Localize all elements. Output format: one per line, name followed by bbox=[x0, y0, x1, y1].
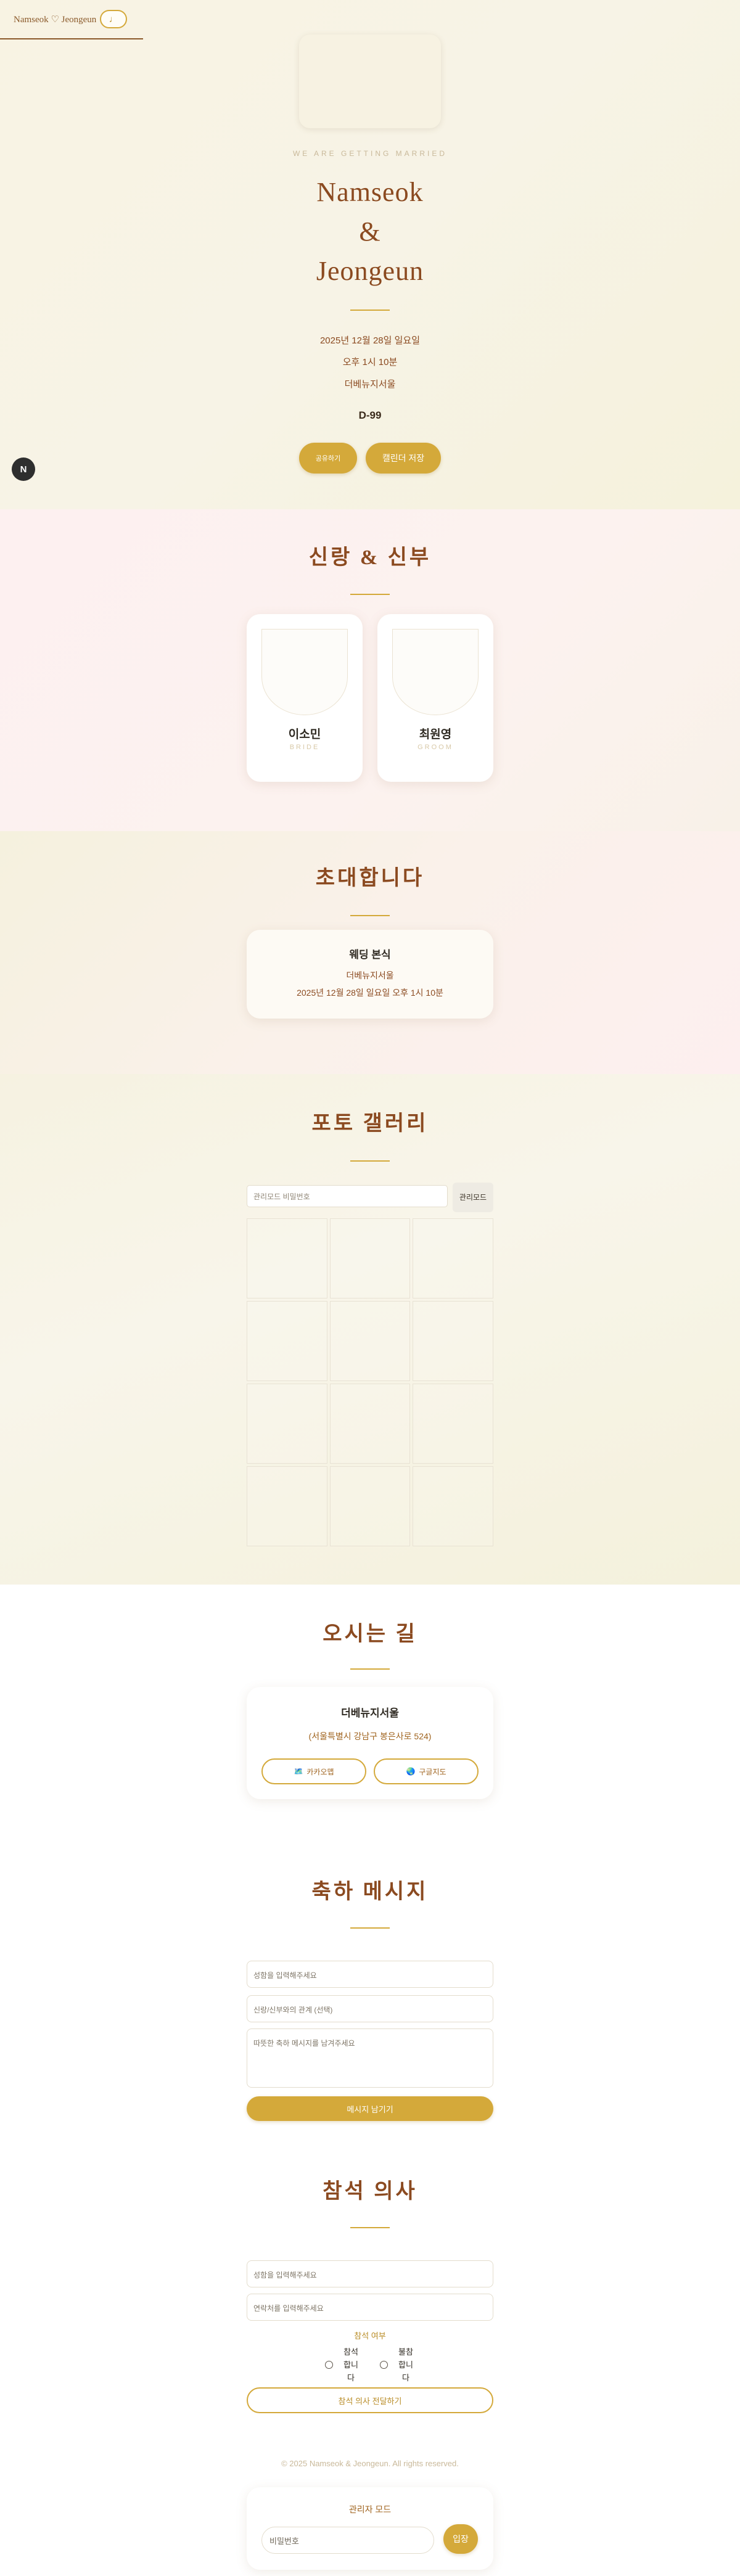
section-title: 축하 메시지 bbox=[311, 1881, 429, 1903]
calendar-save-button[interactable]: 캘린더 저장 bbox=[366, 443, 441, 474]
admin-login-button[interactable]: 입장 bbox=[443, 2524, 478, 2554]
relation-input[interactable]: 신랑/신부와의 관계 (선택) bbox=[247, 1995, 493, 2022]
section-title: 참석 의사 bbox=[323, 2180, 417, 2203]
section-title: 포토 갤러리 bbox=[311, 1112, 429, 1135]
invitation-section: 초대합니다 웨딩 본식 더베뉴지서울 2025년 12월 28일 일요일 오후 … bbox=[0, 831, 740, 1074]
ceremony-venue: 더베뉴지서울 bbox=[346, 970, 394, 980]
guest-name-input[interactable]: 성함을 입력해주세요 bbox=[247, 1961, 493, 1988]
divider bbox=[350, 1927, 390, 1929]
hero-photo bbox=[299, 35, 441, 128]
couple-names: Namseok & Jeongeun bbox=[0, 173, 740, 291]
music-toggle-button[interactable]: ♩ bbox=[100, 10, 128, 28]
attend-radio[interactable] bbox=[325, 2361, 333, 2369]
submit-rsvp-button[interactable]: 참석 의사 전달하기 bbox=[247, 2387, 493, 2413]
groom-name-heading: Namseok bbox=[316, 177, 424, 207]
bride-photo bbox=[261, 629, 348, 715]
floating-n-button[interactable]: N bbox=[12, 457, 35, 481]
location-name: 더베뉴지서울 bbox=[341, 1707, 399, 1719]
hero-subtitle: WE ARE GETTING MARRIED bbox=[292, 149, 447, 158]
globe-icon: 🌏 bbox=[406, 1767, 416, 1776]
section-title: 신랑 & 신부 bbox=[308, 546, 432, 569]
divider bbox=[350, 310, 390, 311]
section-title: 오시는 길 bbox=[323, 1623, 417, 1646]
gallery-photo-slot[interactable] bbox=[329, 1301, 411, 1381]
attendance-options: 참석합니다 불참합니다 bbox=[0, 2345, 740, 2384]
google-map-label: 구글지도 bbox=[419, 1767, 446, 1776]
share-button[interactable]: 공유하기 bbox=[299, 443, 357, 474]
divider bbox=[350, 594, 390, 595]
footer-section: © 2025 Namseok & Jeongeun. All rights re… bbox=[0, 2454, 740, 2576]
decline-option[interactable]: 불참합니다 bbox=[380, 2345, 415, 2384]
ceremony-title: 웨딩 본식 bbox=[349, 949, 391, 961]
ceremony-datetime: 2025년 12월 28일 일요일 오후 1시 10분 bbox=[297, 988, 443, 998]
gallery-photo-slot[interactable] bbox=[329, 1466, 411, 1546]
kakao-map-label: 카카오맵 bbox=[306, 1767, 334, 1776]
rsvp-section: 참석 의사 성함을 입력해주세요 연락처를 입력해주세요 참석 여부 참석합니다… bbox=[0, 2142, 740, 2454]
admin-login-card: 관리자 모드 비밀번호 입장 bbox=[247, 2487, 493, 2570]
wedding-venue: 더베뉴지서울 bbox=[344, 379, 396, 390]
kakao-map-button[interactable]: 🗺️ 카카오맵 bbox=[261, 1758, 366, 1784]
location-card: 더베뉴지서울 (서울특별시 강남구 봉은사로 524) 🗺️ 카카오맵 🌏 구글… bbox=[247, 1687, 493, 1799]
admin-password-input[interactable]: 비밀번호 bbox=[261, 2527, 434, 2554]
couple-section: 신랑 & 신부 이소민 BRIDE 최원영 GROOM bbox=[0, 509, 740, 831]
bride-card: 이소민 BRIDE bbox=[247, 614, 363, 782]
submit-message-button[interactable]: 메시지 남기기 bbox=[247, 2096, 493, 2121]
gallery-password-input[interactable]: 관리모드 비밀번호 bbox=[247, 1185, 448, 1207]
admin-mode-button[interactable]: 관리모드 bbox=[453, 1183, 493, 1212]
copyright-text: © 2025 Namseok & Jeongeun. All rights re… bbox=[281, 2459, 459, 2468]
location-address: (서울특별시 강남구 봉은사로 524) bbox=[308, 1731, 432, 1741]
groom-role: GROOM bbox=[417, 744, 453, 751]
attend-option[interactable]: 참석합니다 bbox=[325, 2345, 360, 2384]
music-note-icon: ♩ bbox=[109, 14, 118, 25]
ampersand: & bbox=[359, 216, 381, 247]
photo-grid bbox=[247, 1218, 493, 1546]
brand-title[interactable]: Namseok ♡ Jeongeun bbox=[14, 14, 96, 25]
bride-name-heading: Jeongeun bbox=[316, 256, 424, 286]
attendance-label: 참석 여부 bbox=[354, 2331, 386, 2340]
google-map-button[interactable]: 🌏 구글지도 bbox=[374, 1758, 479, 1784]
map-icon: 🗺️ bbox=[294, 1767, 303, 1776]
hero-section: WE ARE GETTING MARRIED Namseok & Jeongeu… bbox=[0, 0, 740, 509]
gallery-photo-slot[interactable] bbox=[247, 1466, 327, 1546]
gallery-photo-slot[interactable] bbox=[247, 1301, 327, 1381]
dday-counter: D-99 bbox=[358, 409, 382, 421]
message-textarea[interactable]: 따뜻한 축하 메시지를 남겨주세요 bbox=[247, 2028, 493, 2088]
groom-name: 최원영 bbox=[419, 728, 452, 741]
divider bbox=[350, 2227, 390, 2228]
gallery-photo-slot[interactable] bbox=[247, 1218, 327, 1298]
hero-actions: 공유하기 캘린더 저장 bbox=[0, 443, 740, 474]
admin-title: 관리자 모드 bbox=[348, 2504, 392, 2514]
gallery-photo-slot[interactable] bbox=[329, 1218, 411, 1298]
section-title: 초대합니다 bbox=[315, 867, 425, 890]
divider bbox=[350, 1668, 390, 1670]
gallery-photo-slot[interactable] bbox=[247, 1384, 327, 1464]
gallery-photo-slot[interactable] bbox=[413, 1301, 493, 1381]
gallery-section: 포토 갤러리 관리모드 비밀번호 관리모드 bbox=[0, 1074, 740, 1585]
gallery-photo-slot[interactable] bbox=[329, 1384, 411, 1464]
gallery-photo-slot[interactable] bbox=[413, 1218, 493, 1298]
wedding-date: 2025년 12월 28일 일요일 bbox=[319, 335, 421, 346]
guestbook-section: 축하 메시지 성함을 입력해주세요 신랑/신부와의 관계 (선택) 따뜻한 축하… bbox=[0, 1842, 740, 2142]
decline-option-label: 불참합니다 bbox=[398, 2347, 413, 2382]
rsvp-contact-input[interactable]: 연락처를 입력해주세요 bbox=[247, 2294, 493, 2321]
groom-photo bbox=[392, 629, 479, 715]
ceremony-card: 웨딩 본식 더베뉴지서울 2025년 12월 28일 일요일 오후 1시 10분 bbox=[247, 930, 493, 1019]
gallery-photo-slot[interactable] bbox=[413, 1466, 493, 1546]
decline-radio[interactable] bbox=[380, 2361, 388, 2369]
bride-name: 이소민 bbox=[288, 728, 321, 741]
divider bbox=[350, 915, 390, 916]
groom-card: 최원영 GROOM bbox=[377, 614, 493, 782]
wedding-time: 오후 1시 10분 bbox=[342, 357, 398, 367]
bride-role: BRIDE bbox=[289, 744, 320, 751]
top-nav: Namseok ♡ Jeongeun ♩ bbox=[0, 0, 143, 39]
attend-option-label: 참석합니다 bbox=[343, 2347, 358, 2382]
divider bbox=[350, 1160, 390, 1162]
directions-section: 오시는 길 더베뉴지서울 (서울특별시 강남구 봉은사로 524) 🗺️ 카카오… bbox=[0, 1585, 740, 1842]
rsvp-name-input[interactable]: 성함을 입력해주세요 bbox=[247, 2260, 493, 2287]
gallery-photo-slot[interactable] bbox=[413, 1384, 493, 1464]
